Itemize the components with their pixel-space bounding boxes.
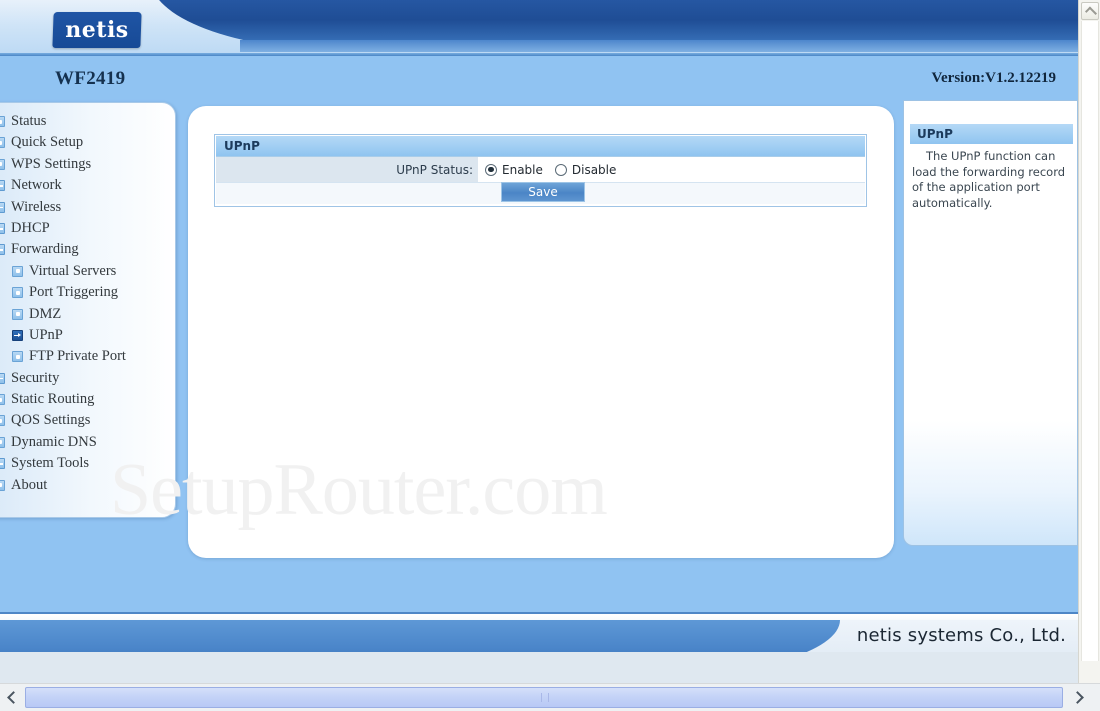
sidebar-item-label: Virtual Servers xyxy=(29,262,117,279)
radio-label-enable[interactable]: Enable xyxy=(502,163,543,177)
upnp-save-row: Save xyxy=(216,182,865,204)
sidebar-item-forwarding[interactable]: Forwarding xyxy=(0,239,175,260)
sidebar-item-label: Dynamic DNS xyxy=(11,433,97,450)
radio-enable[interactable] xyxy=(485,163,497,176)
page-icon xyxy=(0,394,5,406)
sidebar-item-label: Wireless xyxy=(11,198,62,215)
help-panel-text: The UPnP function can load the forwardin… xyxy=(912,149,1066,210)
vertical-scrollbar-track[interactable] xyxy=(1081,21,1099,661)
netis-logo[interactable]: netis xyxy=(52,12,142,48)
chevron-left-icon xyxy=(7,691,20,704)
page-icon xyxy=(0,415,5,427)
footer-filler xyxy=(0,652,1078,683)
help-panel-title: UPnP xyxy=(910,124,1073,144)
chevron-right-icon xyxy=(1071,691,1084,704)
sidebar-item-wps-settings[interactable]: WPS Settings xyxy=(0,154,175,175)
sidebar-item-label: Port Triggering xyxy=(29,284,119,301)
scrollbar-corner xyxy=(1078,661,1100,683)
sidebar-menu: Status Quick Setup WPS Settings Network Wire… xyxy=(0,111,175,496)
sidebar-item-label: System Tools xyxy=(11,455,90,472)
plus-icon xyxy=(0,458,5,470)
sidebar-item-label: DMZ xyxy=(29,305,62,322)
sidebar-item-label: Forwarding xyxy=(11,241,79,258)
sidebar-item-port-triggering[interactable]: Port Triggering xyxy=(0,282,175,303)
sidebar-item-label: Static Routing xyxy=(11,391,95,408)
vertical-scrollbar[interactable] xyxy=(1078,0,1100,683)
page-icon xyxy=(12,308,23,320)
footer-company-name: netis systems Co., Ltd. xyxy=(856,625,1066,646)
page-icon xyxy=(12,265,23,277)
sidebar-item-wireless[interactable]: Wireless xyxy=(0,197,175,218)
arrow-icon xyxy=(12,329,23,341)
upnp-status-value: Enable Disable xyxy=(478,157,865,182)
sidebar-item-dmz[interactable]: DMZ xyxy=(0,304,175,325)
plus-icon xyxy=(0,372,5,384)
router-admin-page: netis WF2419 Version:V1.2.12219 Status Qu… xyxy=(0,0,1078,683)
plus-icon xyxy=(0,201,5,213)
scroll-right-button[interactable] xyxy=(1069,688,1088,707)
scroll-up-button[interactable] xyxy=(1081,2,1099,20)
netis-logo-text: netis xyxy=(65,17,129,43)
page-icon xyxy=(0,436,5,448)
header-swoosh-accent xyxy=(240,40,1078,52)
save-button[interactable]: Save xyxy=(501,182,585,202)
minus-icon xyxy=(0,244,5,256)
sidebar-item-upnp[interactable]: UPnP xyxy=(0,325,175,346)
sidebar-item-qos-settings[interactable]: QOS Settings xyxy=(0,410,175,431)
sidebar-item-label: FTP Private Port xyxy=(29,348,126,365)
plus-icon xyxy=(0,222,5,234)
page-icon xyxy=(0,479,5,491)
sidebar-item-network[interactable]: Network xyxy=(0,175,175,196)
horizontal-scrollbar[interactable] xyxy=(0,683,1100,711)
footer-swoosh-graphic xyxy=(0,620,840,652)
help-panel: UPnP The UPnP function can load the forw… xyxy=(903,100,1078,546)
sidebar-item-label: QOS Settings xyxy=(11,412,91,429)
sidebar-item-virtual-servers[interactable]: Virtual Servers xyxy=(0,261,175,282)
page-icon xyxy=(12,351,23,363)
sidebar-item-label: About xyxy=(11,476,48,493)
page-viewport: netis WF2419 Version:V1.2.12219 Status Qu… xyxy=(0,0,1078,683)
radio-disable[interactable] xyxy=(554,163,567,176)
page-icon xyxy=(12,287,23,299)
upnp-status-radio-group[interactable]: Enable Disable xyxy=(485,163,623,177)
upnp-form-title: UPnP xyxy=(216,136,865,157)
sidebar-item-about[interactable]: About xyxy=(0,475,175,496)
sidebar-item-dynamic-dns[interactable]: Dynamic DNS xyxy=(0,432,175,453)
upnp-status-label: UPnP Status: xyxy=(216,157,478,182)
sidebar-item-system-tools[interactable]: System Tools xyxy=(0,453,175,474)
sidebar-item-dhcp[interactable]: DHCP xyxy=(0,218,175,239)
sidebar-item-label: Quick Setup xyxy=(11,134,84,151)
sidebar-item-label: Security xyxy=(11,369,60,386)
sidebar-item-label: Status xyxy=(11,113,47,129)
sidebar-item-static-routing[interactable]: Static Routing xyxy=(0,389,175,410)
sidebar-item-label: WPS Settings xyxy=(11,155,92,172)
sidebar-item-label: Network xyxy=(11,177,62,194)
sidebar-item-security[interactable]: Security xyxy=(0,368,175,389)
chevron-up-icon xyxy=(1084,6,1098,19)
router-model-name: WF2419 xyxy=(55,68,126,89)
page-icon xyxy=(0,116,5,127)
upnp-status-row: UPnP Status: Enable Disable xyxy=(216,157,865,183)
sidebar-item-ftp-private-port[interactable]: FTP Private Port xyxy=(0,346,175,367)
sidebar-item-quick-setup[interactable]: Quick Setup xyxy=(0,132,175,153)
page-icon xyxy=(0,137,5,149)
plus-icon xyxy=(0,180,5,192)
page-icon xyxy=(0,158,5,170)
sidebar-item-label: DHCP xyxy=(11,219,50,236)
upnp-form: UPnP UPnP Status: Enable Disable Save xyxy=(214,134,867,207)
radio-label-disable[interactable]: Disable xyxy=(572,163,617,177)
firmware-version: Version:V1.2.12219 xyxy=(931,70,1056,86)
sidebar-item-status[interactable]: Status xyxy=(0,111,175,132)
sidebar-item-label: UPnP xyxy=(29,326,63,343)
title-bar xyxy=(0,56,1078,100)
browser-window: netis WF2419 Version:V1.2.12219 Status Qu… xyxy=(0,0,1100,711)
horizontal-scrollbar-thumb[interactable] xyxy=(25,687,1063,708)
scrollbar-grip-icon xyxy=(541,693,549,702)
upnp-form-inner: UPnP UPnP Status: Enable Disable Save xyxy=(216,136,865,205)
scroll-left-button[interactable] xyxy=(3,688,22,707)
sidebar-panel: Status Quick Setup WPS Settings Network Wire… xyxy=(0,102,176,518)
header-banner xyxy=(0,0,1078,56)
